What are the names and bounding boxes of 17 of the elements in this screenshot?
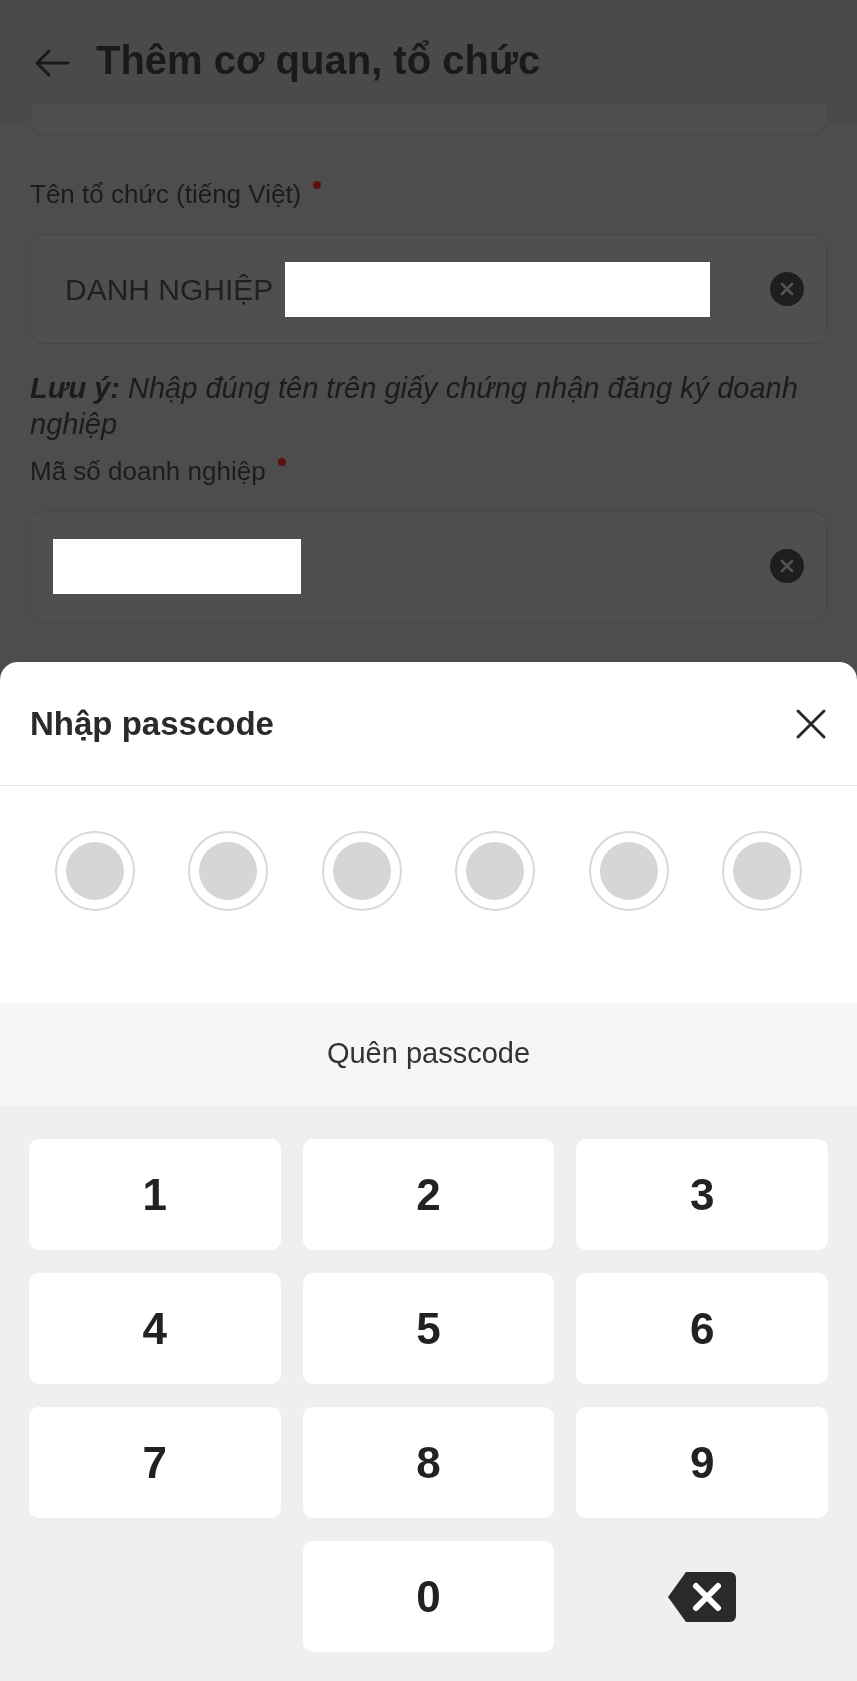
keypad-key[interactable]: 0 (302, 1541, 555, 1652)
forgot-passcode-link[interactable]: Quên passcode (326, 1032, 531, 1076)
keypad-key[interactable]: 2 (302, 1139, 555, 1250)
close-icon[interactable] (795, 707, 827, 740)
backspace-icon[interactable] (668, 1571, 737, 1622)
clear-icon[interactable] (770, 549, 804, 583)
keypad-key[interactable]: 4 (29, 1273, 281, 1384)
clear-icon[interactable] (770, 272, 804, 306)
keypad-key[interactable]: 1 (29, 1139, 281, 1250)
keypad-key[interactable]: 7 (29, 1407, 281, 1518)
keypad-key[interactable]: 3 (576, 1139, 828, 1250)
sheet-title: Nhập passcode (30, 703, 274, 744)
keypad-key[interactable]: 5 (302, 1273, 555, 1384)
keypad-key[interactable]: 9 (576, 1407, 828, 1518)
keypad-key[interactable]: 6 (576, 1273, 828, 1384)
back-arrow-icon[interactable] (34, 47, 70, 78)
keypad-key[interactable]: 8 (302, 1407, 555, 1518)
